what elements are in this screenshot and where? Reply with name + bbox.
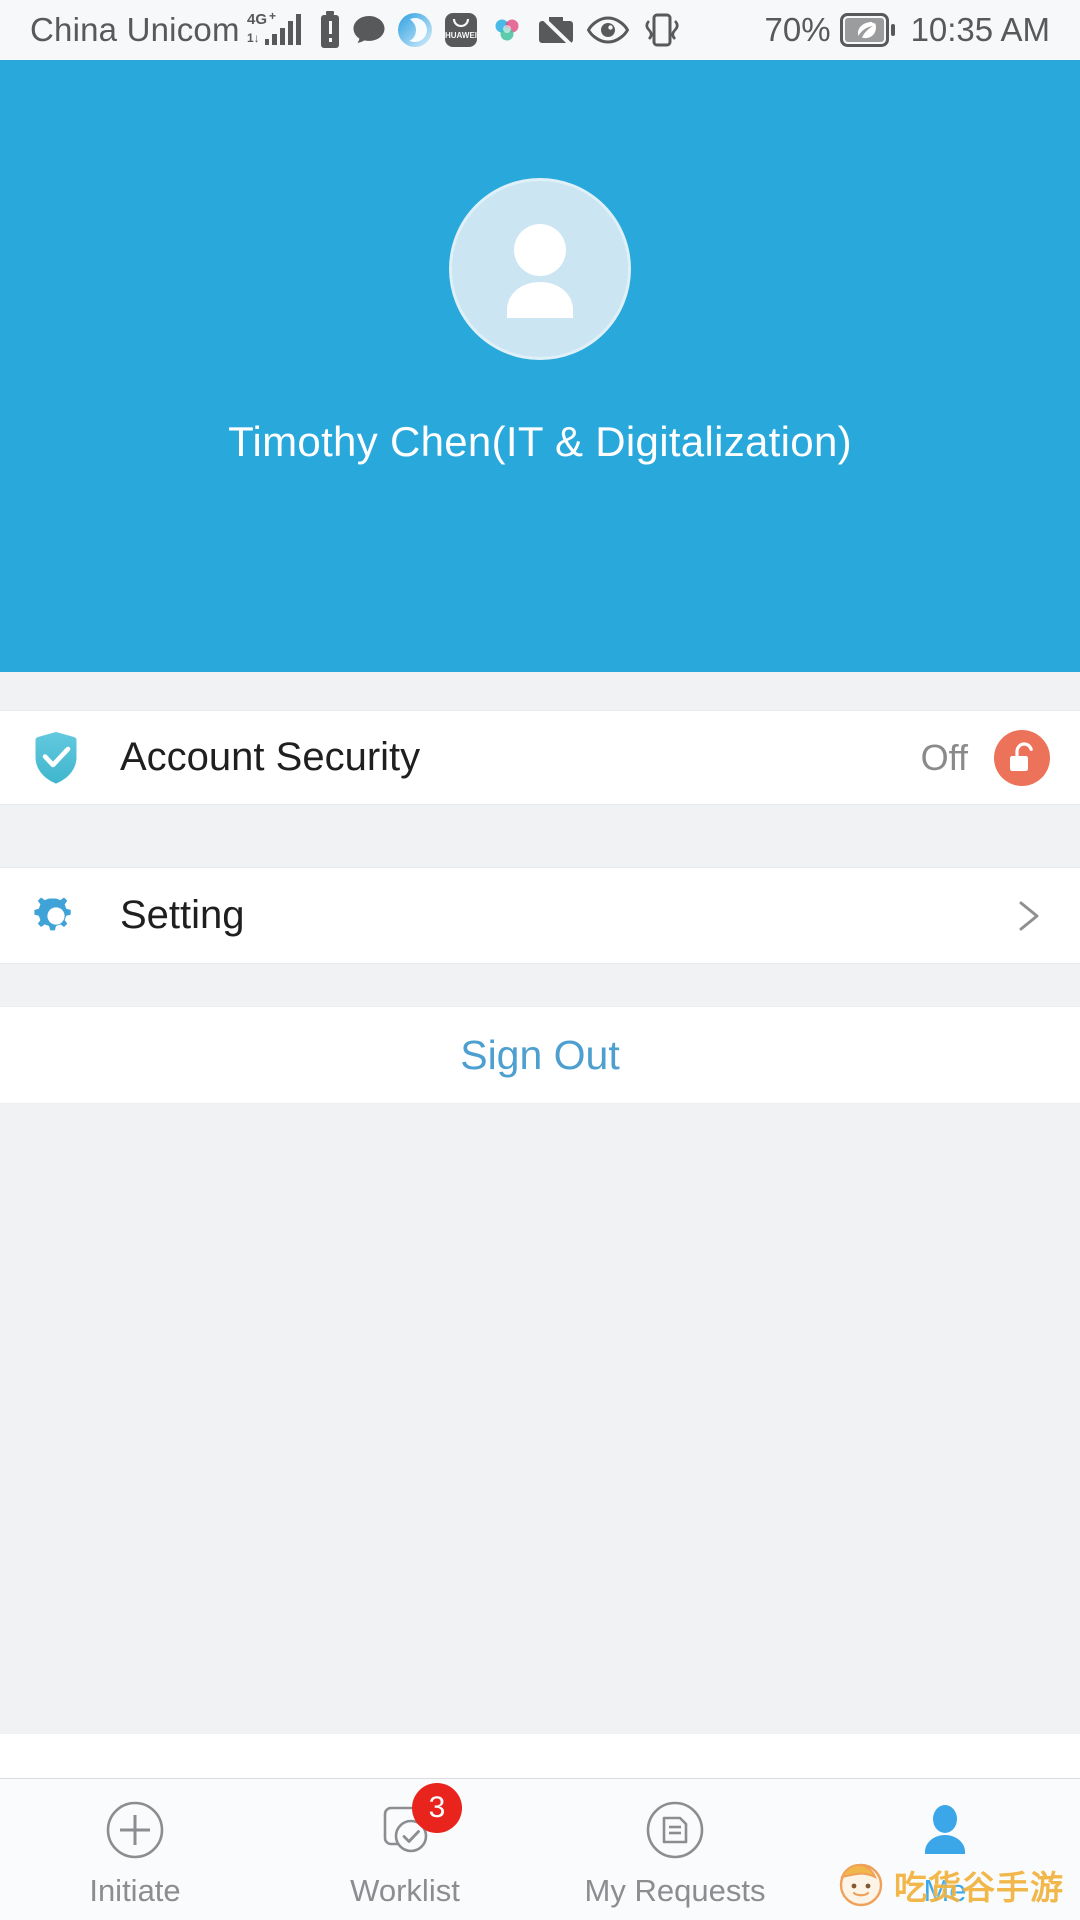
svg-text:1↓: 1↓ [247,31,260,45]
message-bubble-icon [352,14,386,46]
shield-check-icon [28,730,84,786]
status-bar: China Unicom 4G + 1↓ HUAWEI 70% 10:35 AM [0,0,1080,60]
section-gap-bottom [0,964,1080,1006]
tab-worklist[interactable]: 3 Worklist [270,1779,540,1920]
meetime-icon [489,12,525,48]
sign-out-label: Sign Out [460,1031,620,1078]
sign-out-button[interactable]: Sign Out [0,1006,1080,1104]
no-screenshot-icon [536,12,576,48]
browser-icon [397,12,433,48]
svg-text:+: + [269,9,276,23]
sim-alert-icon [319,11,341,49]
document-circle-icon [644,1799,706,1861]
carrier-label: China Unicom [30,11,240,48]
worklist-badge: 3 [412,1782,462,1833]
section-gap-middle [0,805,1080,867]
svg-text:4G: 4G [247,11,267,28]
person-filled-icon [914,1799,976,1861]
vibrate-icon [640,11,684,49]
battery-saver-icon [839,13,896,47]
page-filler [0,1104,1080,1734]
profile-header: Timothy Chen(IT & Digitalization) [0,60,1080,672]
avatar[interactable] [449,178,631,360]
row-label-account-security: Account Security [120,735,421,779]
tab-initiate[interactable]: Initiate [0,1779,270,1920]
tab-label-my-requests: My Requests [584,1872,766,1908]
bottom-tab-bar: Initiate 3 Worklist My Requests Me 吃货谷手游 [0,1778,1080,1920]
tab-my-requests[interactable]: My Requests [540,1779,810,1920]
task-check-icon: 3 [374,1782,462,1861]
section-gap-top [0,672,1080,710]
eye-comfort-icon [586,15,629,45]
tab-me[interactable]: Me [810,1779,1080,1920]
account-security-status: Off [920,736,968,778]
chevron-right-icon [1010,899,1044,933]
huawei-appgallery-icon: HUAWEI [444,12,478,48]
battery-percent-label: 70% [764,11,831,48]
tab-label-initiate: Initiate [89,1872,181,1908]
plus-circle-icon [104,1799,166,1861]
person-avatar-icon [507,224,573,318]
row-label-setting: Setting [120,893,245,937]
svg-text:HUAWEI: HUAWEI [445,31,477,40]
row-setting[interactable]: Setting [0,867,1080,964]
status-bar-right-group: 70% 10:35 AM [765,11,1051,49]
tab-label-worklist: Worklist [350,1872,460,1908]
unlock-padlock-icon[interactable] [994,729,1050,786]
row-account-security[interactable]: Account Security Off [0,710,1080,805]
user-name: Timothy Chen(IT & Digitalization) [228,418,852,465]
signal-bars-icon: 4G + 1↓ [246,9,308,49]
gear-icon [28,888,84,944]
tab-label-me: Me [923,1872,967,1908]
status-bar-icon-group: 4G + 1↓ HUAWEI [246,9,765,49]
clock-label: 10:35 AM [910,11,1050,48]
